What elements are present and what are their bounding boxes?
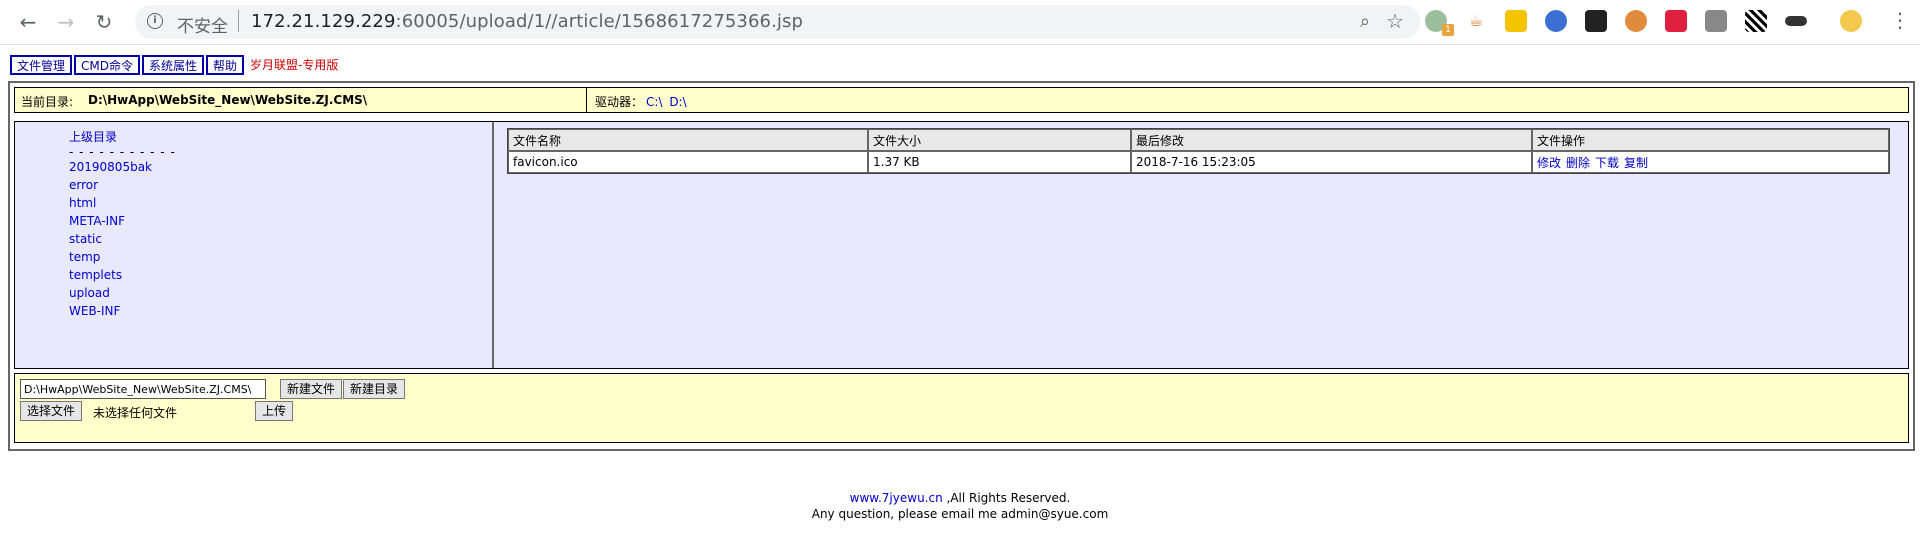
dir-link[interactable]: upload [69, 284, 176, 302]
footer-site-link[interactable]: www.7jyewu.cn [850, 491, 943, 505]
action-bar: 新建文件 新建目录 选择文件 未选择任何文件 上传 [14, 373, 1909, 443]
dir-link[interactable]: templets [69, 266, 176, 284]
translate-extension-icon[interactable] [1545, 10, 1567, 32]
red-extension-icon[interactable] [1665, 10, 1687, 32]
upload-button[interactable]: 上传 [255, 401, 294, 421]
url-host: 172.21.129.229 [251, 11, 396, 32]
drive-d-link[interactable]: D:\ [669, 95, 686, 109]
face-extension-icon[interactable] [1625, 10, 1647, 32]
file-actions: 修改 删除 下载 复制 [1532, 151, 1889, 173]
delete-link[interactable]: 删除 [1566, 156, 1590, 170]
dark-extension-icon[interactable] [1585, 10, 1607, 32]
drives: 驱动器： C:\ D:\ [595, 93, 687, 110]
path-bar: 当前目录: D:\HwApp\WebSite_New\WebSite.ZJ.CM… [14, 87, 1909, 113]
parent-dir-link[interactable]: 上级目录 [69, 128, 176, 146]
download-link[interactable]: 下载 [1595, 156, 1619, 170]
drives-label: 驱动器： [595, 95, 644, 109]
address-separator [238, 10, 239, 32]
footer-contact: Any question, please email me admin@syue… [811, 507, 1109, 521]
dir-link[interactable]: WEB-INF [69, 302, 176, 320]
browser-toolbar: ← → ↻ i 不安全 172.21.129.229:60005/upload/… [0, 0, 1920, 45]
menu-kebab-icon[interactable]: ⋮ [1890, 8, 1910, 32]
file-name: favicon.ico [508, 151, 868, 173]
back-icon[interactable]: ← [14, 8, 42, 36]
current-dir-path: D:\HwApp\WebSite_New\WebSite.ZJ.CMS\ [88, 93, 368, 107]
dir-link[interactable]: html [69, 194, 176, 212]
new-dir-button[interactable]: 新建目录 [343, 379, 406, 399]
file-table: 文件名称 文件大小 最后修改 文件操作 favicon.ico 1.37 KB … [507, 128, 1890, 174]
new-file-button[interactable]: 新建文件 [280, 379, 343, 399]
current-dir-cell: 当前目录: D:\HwApp\WebSite_New\WebSite.ZJ.CM… [15, 88, 587, 112]
extension-badge: 1 [1442, 24, 1454, 36]
security-label: 不安全 [177, 17, 228, 37]
reload-icon[interactable]: ↻ [90, 8, 118, 36]
footer: www.7jyewu.cn ,All Rights Reserved. Any … [0, 490, 1920, 522]
col-header-name: 文件名称 [508, 129, 868, 151]
url-text[interactable]: 172.21.129.229:60005/upload/1//article/1… [251, 11, 803, 32]
file-table-header: 文件名称 文件大小 最后修改 文件操作 [508, 129, 1889, 151]
dir-link[interactable]: error [69, 176, 176, 194]
top-menu: 文件管理 CMD命令 系统属性 帮助 岁月联盟-专用版 [10, 55, 338, 75]
copy-link[interactable]: 复制 [1624, 156, 1648, 170]
path-input[interactable] [20, 379, 266, 399]
qr-code-icon[interactable] [1745, 10, 1767, 32]
profile-avatar-icon[interactable] [1840, 10, 1862, 32]
forward-icon[interactable]: → [52, 8, 80, 36]
menu-help[interactable]: 帮助 [206, 55, 245, 75]
dir-link[interactable]: 20190805bak [69, 158, 176, 176]
address-bar[interactable]: i 不安全 172.21.129.229:60005/upload/1//art… [135, 5, 1420, 39]
dir-separator: - - - - - - - - - - - [69, 145, 176, 159]
chat-extension-icon[interactable] [1505, 10, 1527, 32]
no-file-label: 未选择任何文件 [93, 406, 178, 420]
col-header-size: 文件大小 [868, 129, 1131, 151]
info-icon[interactable]: i [147, 13, 163, 29]
dir-link[interactable]: temp [69, 248, 176, 266]
col-header-modified: 最后修改 [1131, 129, 1532, 151]
bookmark-star-icon[interactable]: ☆ [1386, 9, 1404, 33]
directory-list: 上级目录 - - - - - - - - - - - 20190805bak e… [69, 128, 176, 320]
dir-link[interactable]: static [69, 230, 176, 248]
menu-system-properties[interactable]: 系统属性 [142, 55, 205, 75]
glasses-icon[interactable] [1785, 16, 1807, 26]
file-size: 1.37 KB [868, 151, 1131, 173]
edit-link[interactable]: 修改 [1537, 156, 1561, 170]
dir-link[interactable]: META-INF [69, 212, 176, 230]
footer-rights: ,All Rights Reserved. [942, 491, 1071, 505]
drive-c-link[interactable]: C:\ [646, 95, 662, 109]
download-icon[interactable] [1705, 10, 1727, 32]
directory-pane: 上级目录 - - - - - - - - - - - 20190805bak e… [15, 122, 494, 368]
current-dir-label: 当前目录: [21, 95, 74, 109]
file-manager-panel: 当前目录: D:\HwApp\WebSite_New\WebSite.ZJ.CM… [8, 81, 1915, 451]
menu-cmd[interactable]: CMD命令 [74, 55, 140, 75]
table-row: favicon.ico 1.37 KB 2018-7-16 15:23:05 修… [508, 151, 1889, 173]
java-icon[interactable]: ☕ [1465, 10, 1487, 32]
col-header-actions: 文件操作 [1532, 129, 1889, 151]
browser-area: 上级目录 - - - - - - - - - - - 20190805bak e… [14, 121, 1909, 369]
url-path: :60005/upload/1//article/1568617275366.j… [395, 11, 804, 32]
menu-file-manage[interactable]: 文件管理 [10, 55, 73, 75]
file-modified: 2018-7-16 15:23:05 [1131, 151, 1532, 173]
choose-file-button[interactable]: 选择文件 [20, 401, 83, 421]
brand-label: 岁月联盟-专用版 [250, 58, 339, 72]
zoom-icon[interactable]: ⌕ [1360, 11, 1370, 32]
footer-line-1: www.7jyewu.cn ,All Rights Reserved. [0, 490, 1920, 506]
